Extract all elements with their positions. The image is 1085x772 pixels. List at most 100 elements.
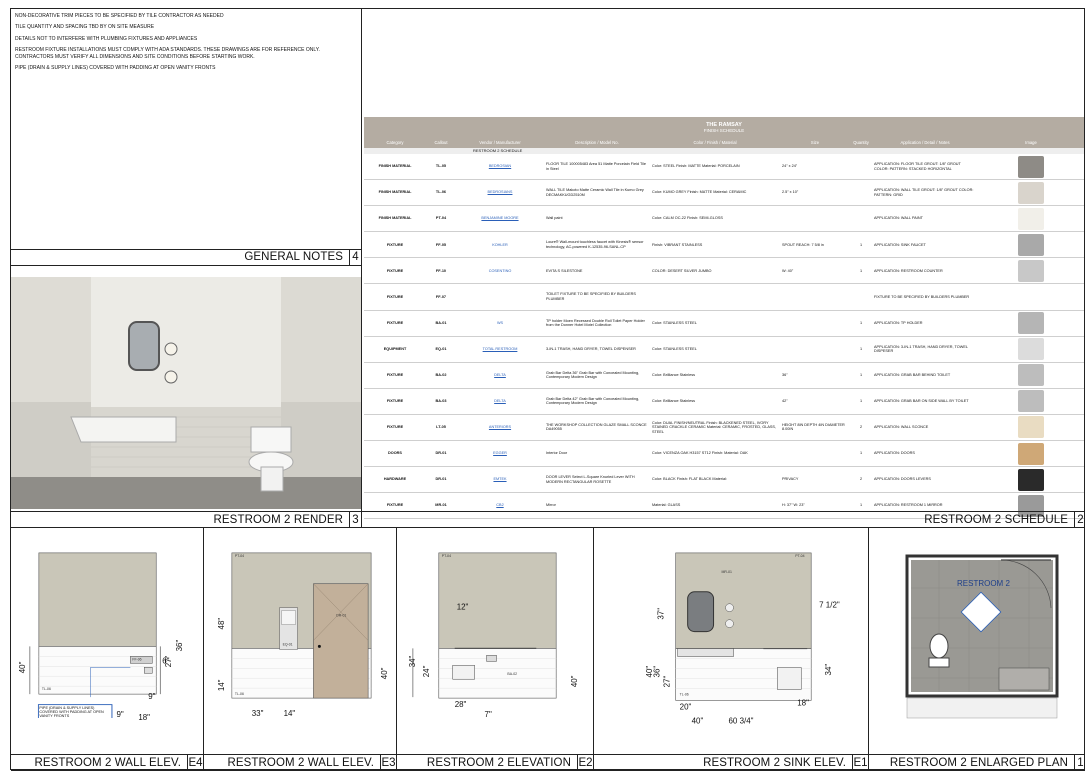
dim-33: 33"	[252, 709, 264, 718]
table-cell-qty: 1	[859, 373, 863, 377]
table-cell-vend[interactable]: EGGER	[456, 451, 544, 456]
elevation-e4-drawing: 40" 36" 27" 6" 9" 9" 18" TL-06 FF-06 PIP…	[18, 552, 184, 722]
table-cell-vend[interactable]: TOTAL RESTROOM	[456, 347, 544, 352]
table-cell-app: APPLICATION: 3-IN-1 TRASH, HAND DRYER, T…	[874, 344, 968, 354]
table-cell-size: 24" x 24"	[782, 164, 798, 169]
view-number: 4	[349, 250, 361, 265]
view-title: RESTROOM 2 SCHEDULE	[924, 513, 1068, 526]
dim-60-34: 60 3/4"	[729, 716, 754, 725]
callout-pt: PT-04	[235, 554, 244, 558]
table-cell-image	[978, 154, 1084, 179]
table-cell-app: APPLICATION: WALL SCONCE	[874, 425, 929, 430]
table-cell-color: Color: KUMO GREY Finish: MATTE Material:…	[652, 190, 747, 195]
dim-40: 40"	[380, 667, 389, 679]
table-cell-size: HEIGHT 8IN DEPTH 4IN DIAMETER 8.00IN	[782, 422, 845, 432]
table-cell-desc: FLOOR TILE 100005483 Area 51 Matte Porce…	[546, 161, 646, 171]
table-cell-size: PRIVACY	[782, 477, 799, 482]
table-cell-image	[978, 180, 1084, 205]
table-cell-color: Color: CALM OC-22 Finish: SEMI-GLOSS	[652, 216, 723, 221]
table-cell-color: Color: Brilliance Stainless	[652, 373, 696, 377]
schedule-column-headers: Category Callout Vendor / Manufacturer D…	[364, 140, 1084, 148]
dim-6: 6"	[162, 656, 169, 665]
dim-24: 24"	[422, 665, 431, 677]
table-cell-image	[978, 311, 1084, 336]
table-cell-cat: FINISH MATERIAL	[378, 216, 412, 221]
product-thumbnail	[1018, 155, 1044, 178]
table-cell-color: Color: STAINLESS STEEL	[652, 320, 697, 325]
table-cell-cat: FINISH MATERIAL	[378, 164, 412, 169]
dim-36: 36"	[175, 640, 184, 652]
table-cell-color: Color: DUAL FINISH/NEUTRAL Finish: BLACK…	[652, 420, 776, 434]
pipe-note: PIPE (DRAIN & SUPPLY LINES) COVERED WITH…	[37, 704, 113, 719]
table-cell-vend[interactable]: EMTEK	[456, 477, 544, 482]
table-cell-image	[978, 232, 1084, 257]
table-cell-call: BA-01	[435, 320, 447, 325]
note-line: NON-DECORATIVE TRIM PIECES TO BE SPECIFI…	[15, 13, 224, 19]
table-cell-vend[interactable]: BEDROSIANS	[456, 190, 544, 195]
table-cell-app: FIXTURE TO BE SPECIFIED BY BUILDERS PLUM…	[874, 294, 970, 299]
table-cell-vend[interactable]: WS	[456, 321, 544, 326]
dim-12: 12"	[457, 603, 469, 612]
view-title: RESTROOM 2 WALL ELEV.	[34, 756, 181, 769]
table-cell-app: APPLICATION: DOORS	[874, 451, 915, 456]
note-line: DETAILS NOT TO INTERFERE WITH PLUMBING F…	[15, 35, 198, 42]
plan-panel: RESTROOM 2 RESTROOM 2 ENLARGED PLAN 1	[869, 528, 1085, 771]
e1-title: RESTROOM 2 SINK ELEV. E1	[594, 754, 868, 770]
product-thumbnail	[1018, 468, 1044, 491]
table-row: FIXTURE BA-01 WS TP holder Moen Recessed Do…	[364, 311, 1084, 337]
table-cell-vend[interactable]: COSENTINO	[456, 269, 544, 274]
table-cell-qty: 1	[859, 242, 863, 247]
e2-title: RESTROOM 2 ELEVATION E2	[397, 754, 593, 770]
table-row: FIXTURE BA-03 DELTA Grab Bar Delta 42" Grab…	[364, 389, 1084, 415]
table-cell-vend[interactable]: KOHLER	[456, 243, 544, 248]
table-cell-vend[interactable]: BEDROSIAN	[456, 164, 544, 169]
column-header: Image	[1025, 140, 1037, 145]
table-cell-vend[interactable]: ANTERIORS	[456, 425, 544, 430]
table-cell-call: PT-04	[435, 216, 447, 221]
dim-14: 14"	[217, 679, 226, 691]
callout-tl: TL-06	[42, 687, 51, 691]
table-cell-vend[interactable]: BENJAMINE MOORE	[456, 216, 544, 221]
note-line: RESTROOM FIXTURE INSTALLATIONS MUST COMP…	[15, 47, 320, 60]
table-cell-image	[978, 467, 1084, 492]
table-cell-color: Color: STAINLESS STEEL	[652, 346, 697, 351]
table-cell-size: SPOUT REACH: 7 5/8 in	[782, 242, 824, 247]
table-cell-desc: Wall paint	[546, 216, 563, 221]
dim-7: 7"	[485, 710, 492, 719]
table-row: FIXTURE BA-02 DELTA Grab Bar Delta 36" Grab…	[364, 363, 1084, 389]
table-cell-cat: FIXTURE	[386, 294, 404, 299]
callout-pt: PT-04	[442, 554, 451, 558]
table-cell-vend[interactable]: CB2	[456, 503, 544, 508]
dim-9b: 9"	[116, 710, 123, 719]
view-number: E3	[380, 755, 396, 770]
general-notes-title: GENERAL NOTES 4	[11, 249, 361, 265]
table-cell-call: DR-01	[435, 451, 447, 456]
callout-ba: BA-02	[507, 672, 517, 676]
view-title: GENERAL NOTES	[244, 251, 343, 264]
column-header: Color / Finish / Material	[693, 140, 737, 145]
table-row: FIXTURE FF-07 TOILET FIXTURE TO BE SPECIFI…	[364, 284, 1084, 311]
dim-7-12: 7 1/2"	[819, 601, 840, 610]
table-cell-size: 36"	[782, 373, 788, 377]
table-row: FIXTURE FF-10 COSENTINO EVITA S SILESTONE CO…	[364, 258, 1084, 285]
table-row: HARDWARE DR-01 EMTEK DOOR LEVER Select L-Sq…	[364, 467, 1084, 494]
note-line: PIPE (DRAIN & SUPPLY LINES) COVERED WITH…	[15, 65, 216, 72]
elevation-e3-panel: 48" 14" 40" 33" 14" PT-04 EQ-01 DR-01 TL…	[204, 528, 397, 771]
dim-28: 28"	[455, 700, 467, 709]
product-thumbnail	[1018, 338, 1044, 361]
general-notes-panel: NON-DECORATIVE TRIM PIECES TO BE SPECIFI…	[11, 9, 362, 266]
product-thumbnail	[1018, 442, 1044, 465]
product-thumbnail	[1018, 181, 1044, 204]
view-number: E4	[187, 755, 203, 770]
table-cell-cat: FIXTURE	[386, 268, 404, 273]
table-cell-vend[interactable]: DELTA	[456, 373, 544, 378]
table-cell-vend[interactable]: DELTA	[456, 399, 544, 404]
table-cell-app: APPLICATION: FLOOR TILE GROUT: 1/8" GROU…	[874, 161, 961, 171]
callout-tl: TL-06	[235, 692, 244, 696]
table-cell-desc: Interior Door	[546, 451, 568, 456]
table-cell-image	[978, 363, 1084, 388]
dim-37: 37"	[657, 608, 666, 620]
schedule-panel: THE RAMSAY FINISH SCHEDULE Category Call…	[362, 9, 1085, 528]
table-cell-qty: 1	[859, 503, 863, 508]
table-cell-image	[978, 389, 1084, 414]
